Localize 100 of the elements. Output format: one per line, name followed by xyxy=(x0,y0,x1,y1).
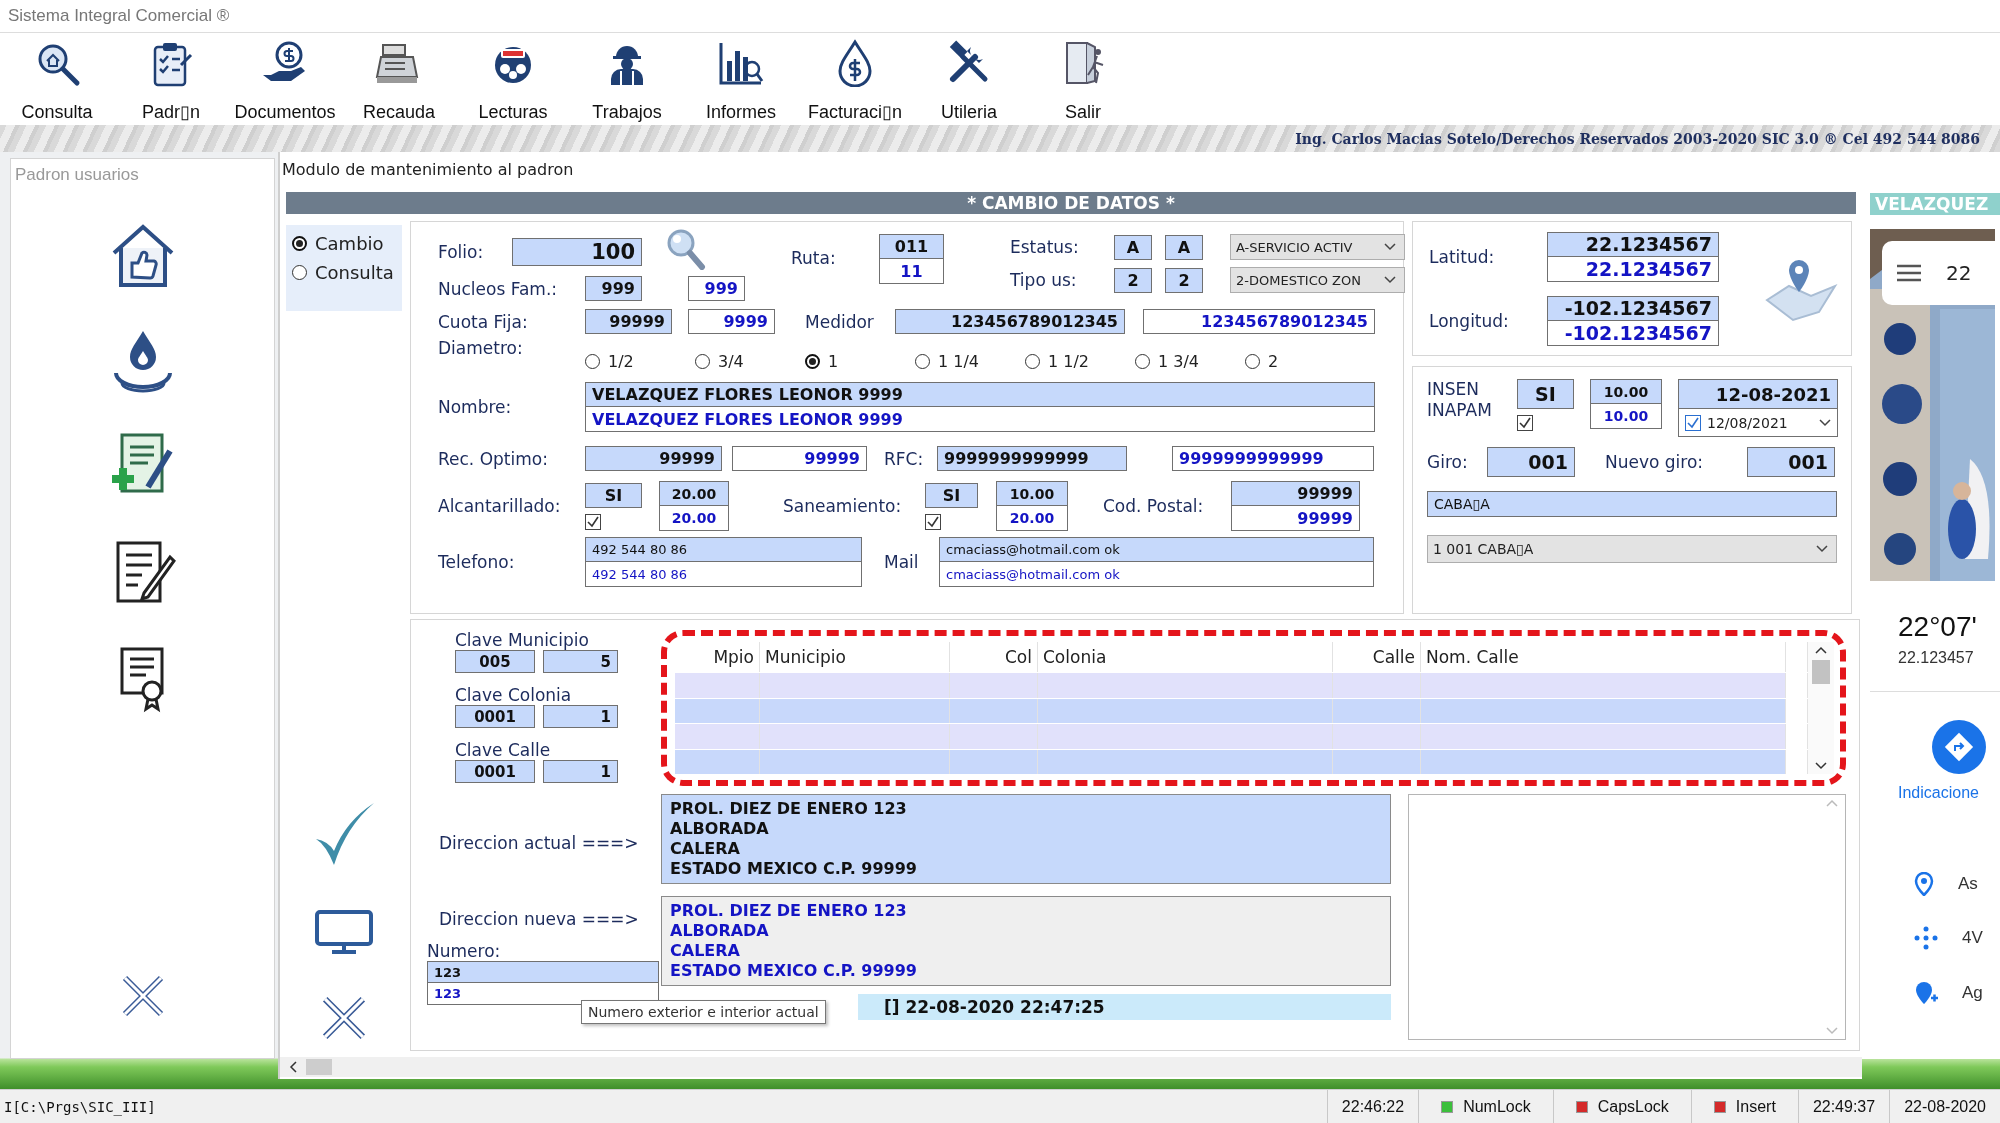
place-text[interactable]: 4V xyxy=(1962,928,1983,948)
value-field[interactable]: 1 xyxy=(543,760,618,783)
value-field[interactable]: 99999 xyxy=(585,309,672,334)
value-field[interactable]: cmaciass@hotmail.com ok xyxy=(939,537,1374,562)
scroll-down-icon[interactable] xyxy=(1815,762,1827,770)
value-field[interactable]: A xyxy=(1165,234,1203,260)
place-text[interactable]: Ag xyxy=(1962,983,1983,1003)
value-field[interactable]: SI xyxy=(1517,379,1574,409)
toolbar-button[interactable]: Informes xyxy=(684,35,798,125)
dropdown[interactable]: 2-DOMESTICO ZON xyxy=(1230,267,1405,293)
checkbox[interactable] xyxy=(585,513,601,530)
menu-icon[interactable] xyxy=(1896,264,1922,282)
toolbar-button[interactable]: Utileria xyxy=(912,35,1026,125)
value-field[interactable]: 001 xyxy=(1487,447,1575,477)
value-field[interactable]: 999 xyxy=(585,276,642,301)
field-label: Telefono: xyxy=(438,552,516,572)
radio-option[interactable]: Cambio xyxy=(292,233,402,254)
toolbar-button[interactable]: Padr▯n xyxy=(114,35,228,125)
toolbar-button[interactable]: Consulta xyxy=(0,35,114,125)
value-field[interactable]: -102.1234567 xyxy=(1547,295,1719,321)
radio-option[interactable]: 3/4 xyxy=(695,351,805,371)
value-field[interactable]: 123456789012345 xyxy=(1143,309,1375,334)
status-text: NumLock xyxy=(1463,1097,1531,1116)
close-icon[interactable] xyxy=(321,995,367,1041)
value-field[interactable]: 9999999999999 xyxy=(937,446,1127,471)
toolbar-button[interactable]: Lecturas xyxy=(456,35,570,125)
value-field[interactable]: 22.1234567 xyxy=(1547,256,1719,282)
map-header: VELAZQUEZ xyxy=(1870,193,2000,215)
directions-icon[interactable] xyxy=(1932,720,1986,774)
value-field[interactable]: 999 xyxy=(688,276,745,301)
value-field[interactable]: 2 xyxy=(1114,267,1152,293)
scroll-up-icon[interactable] xyxy=(1815,646,1827,654)
value-field[interactable]: 10.00 xyxy=(996,481,1068,506)
field-label: Diametro: xyxy=(438,338,524,358)
value-field[interactable]: 10.00 xyxy=(1590,379,1662,404)
radio-option[interactable]: 1 1/2 xyxy=(1025,351,1135,371)
value-field[interactable]: cmaciass@hotmail.com ok xyxy=(939,562,1374,587)
radio-option[interactable]: 1 1/4 xyxy=(915,351,1025,371)
scroll-thumb[interactable] xyxy=(1812,660,1830,684)
scroll-left-icon[interactable] xyxy=(288,1061,298,1073)
value-field[interactable]: 492 544 80 86 xyxy=(585,562,862,587)
date-field[interactable]: 12-08-2021 xyxy=(1678,379,1838,409)
value-field[interactable]: 9999 xyxy=(688,309,775,334)
scrollbar[interactable] xyxy=(280,1057,1862,1077)
scroll-thumb[interactable] xyxy=(306,1059,332,1075)
value-field[interactable]: 0001 xyxy=(455,705,535,728)
scrollbar[interactable] xyxy=(1808,642,1834,774)
radio-option[interactable]: 1/2 xyxy=(585,351,695,371)
value-field[interactable]: 9999999999999 xyxy=(1172,446,1374,471)
field-label: Rec. Optimo: xyxy=(438,448,549,469)
value-field[interactable]: SI xyxy=(925,482,978,508)
value-field[interactable]: 5 xyxy=(543,650,618,673)
value-field[interactable]: 2 xyxy=(1165,267,1203,293)
value-field[interactable]: 11 xyxy=(879,259,944,284)
value-field[interactable]: 10.00 xyxy=(1590,404,1662,429)
search-icon[interactable] xyxy=(666,228,706,270)
value-field[interactable]: 011 xyxy=(879,234,944,259)
toolbar-button[interactable]: Recauda xyxy=(342,35,456,125)
value-field[interactable]: 20.00 xyxy=(659,481,729,506)
value-field[interactable]: VELAZQUEZ FLORES LEONOR 9999 xyxy=(585,407,1375,432)
close-icon[interactable] xyxy=(120,974,165,1018)
value-field[interactable]: 99999 xyxy=(732,446,867,471)
value-field[interactable]: 99999 xyxy=(1231,481,1360,506)
value-field[interactable]: 20.00 xyxy=(996,506,1068,531)
value-field[interactable]: 005 xyxy=(455,650,535,673)
radio-option[interactable]: 1 3/4 xyxy=(1135,351,1245,371)
value-field[interactable]: A xyxy=(1114,234,1152,260)
value-field[interactable]: 0001 xyxy=(455,760,535,783)
value-field[interactable]: 20.00 xyxy=(659,506,729,531)
value-field[interactable]: 123456789012345 xyxy=(895,309,1125,334)
toolbar-button[interactable]: Facturaci▯n xyxy=(798,35,912,125)
field-label: Nuevo giro: xyxy=(1605,452,1705,472)
value-field[interactable]: 99999 xyxy=(1231,506,1360,531)
checkbox[interactable] xyxy=(925,513,941,530)
dropdown[interactable]: A-SERVICIO ACTIV xyxy=(1230,234,1405,260)
place-text[interactable]: As xyxy=(1958,874,1978,894)
folio-field[interactable]: 100 xyxy=(512,238,642,266)
value-field[interactable]: SI xyxy=(585,482,642,508)
value-field[interactable]: CABA▯A xyxy=(1427,491,1837,517)
directions-link[interactable]: Indicacione xyxy=(1898,784,2000,802)
value-field[interactable]: VELAZQUEZ FLORES LEONOR 9999 xyxy=(585,382,1375,407)
radio-option[interactable]: 2 xyxy=(1245,351,1355,371)
radio-option[interactable]: 1 xyxy=(805,351,915,371)
value-field[interactable]: 123 xyxy=(427,961,659,983)
radio-option[interactable]: Consulta xyxy=(292,262,402,283)
toolbar-button[interactable]: Salir xyxy=(1026,35,1140,125)
checkbox[interactable] xyxy=(1517,415,1533,431)
value-field[interactable]: 99999 xyxy=(585,446,722,471)
monitor-icon[interactable] xyxy=(314,909,374,955)
value-field[interactable]: 1 xyxy=(543,705,618,728)
value-field[interactable]: 123 xyxy=(427,983,659,1005)
date-picker[interactable]: 12/08/2021 xyxy=(1678,409,1838,437)
value-field[interactable]: 001 xyxy=(1747,447,1835,477)
dropdown[interactable]: 1 001 CABA▯A xyxy=(1427,535,1837,563)
value-field[interactable]: -102.1234567 xyxy=(1547,320,1719,346)
toolbar-button[interactable]: Trabajos xyxy=(570,35,684,125)
value-field[interactable]: 492 544 80 86 xyxy=(585,537,862,562)
toolbar-button[interactable]: Documentos xyxy=(228,35,342,125)
value-field[interactable]: 22.1234567 xyxy=(1547,231,1719,257)
checkbox[interactable] xyxy=(1685,414,1701,431)
